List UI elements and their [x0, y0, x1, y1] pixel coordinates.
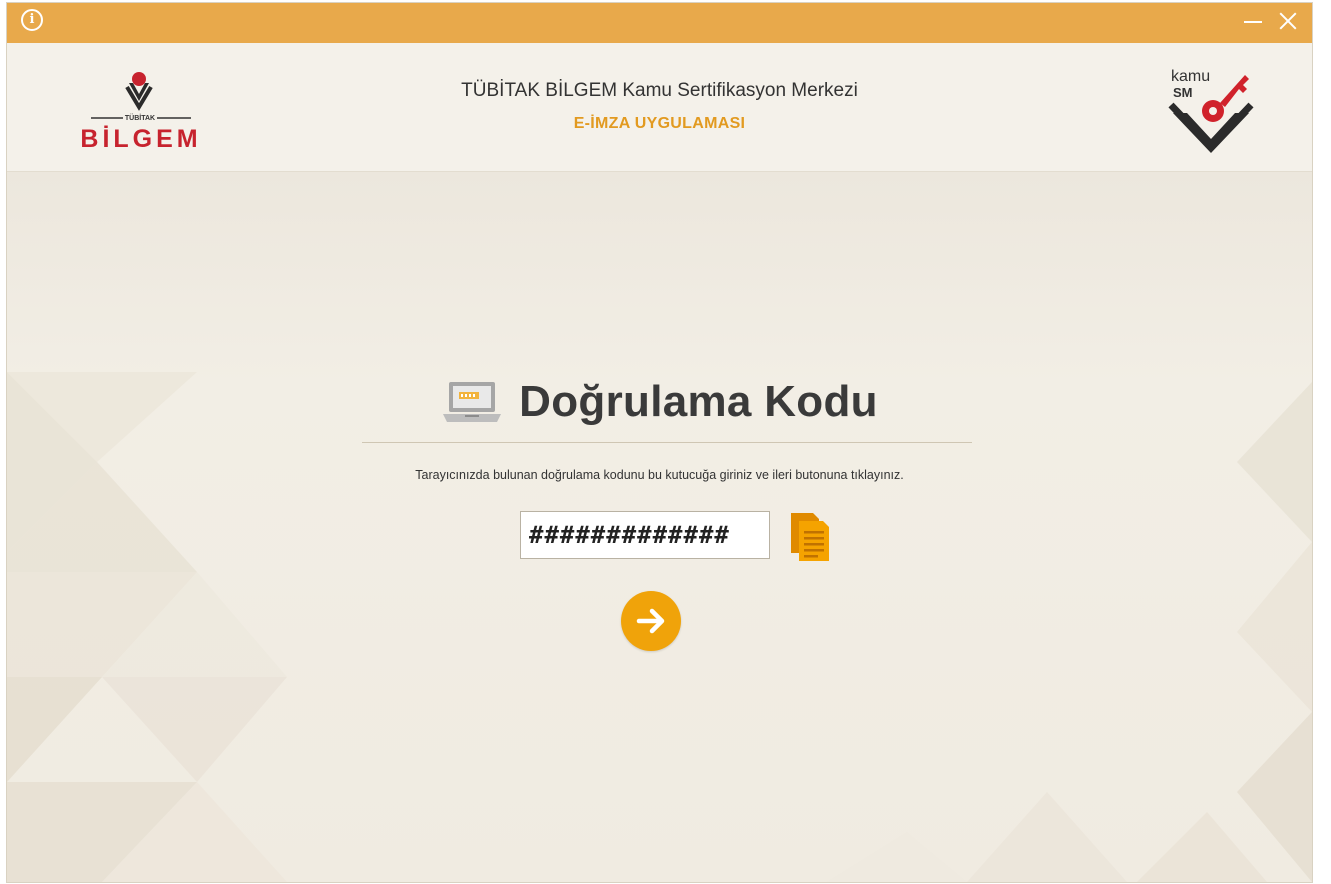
- main-content: Doğrulama Kodu Tarayıcınızda bulunan doğ…: [7, 172, 1312, 882]
- bilgem-logo: TÜBİTAK BİLGEM: [81, 72, 198, 153]
- app-window: i TÜBİTAK BİLGEM TÜBİTAK BİLGEM Kamu Ser…: [7, 3, 1312, 882]
- arrow-right-icon: [636, 608, 665, 634]
- kamusm-logo: kamu SM: [1168, 68, 1254, 153]
- instruction-text: Tarayıcınızda bulunan doğrulama kodunu b…: [415, 468, 904, 482]
- heading-container: Doğrulama Kodu: [7, 377, 1312, 429]
- close-icon[interactable]: [1276, 9, 1300, 33]
- heading-divider: [362, 442, 972, 443]
- verification-code-input[interactable]: [520, 511, 770, 559]
- minimize-icon[interactable]: [1242, 11, 1266, 31]
- copy-paste-icon[interactable]: [787, 509, 833, 563]
- laptop-icon: [443, 382, 502, 422]
- kamusm-logo-main-text: SM: [1173, 85, 1193, 100]
- header: TÜBİTAK BİLGEM TÜBİTAK BİLGEM Kamu Serti…: [7, 43, 1312, 172]
- title-bar: i: [7, 3, 1312, 43]
- page-heading: Doğrulama Kodu: [519, 377, 878, 426]
- header-subtitle: E-İMZA UYGULAMASI: [573, 115, 746, 132]
- header-title: TÜBİTAK BİLGEM Kamu Sertifikasyon Merkez…: [461, 80, 858, 101]
- next-button[interactable]: [621, 591, 681, 651]
- info-icon[interactable]: i: [21, 9, 43, 31]
- kamusm-logo-top-text: kamu: [1171, 68, 1210, 85]
